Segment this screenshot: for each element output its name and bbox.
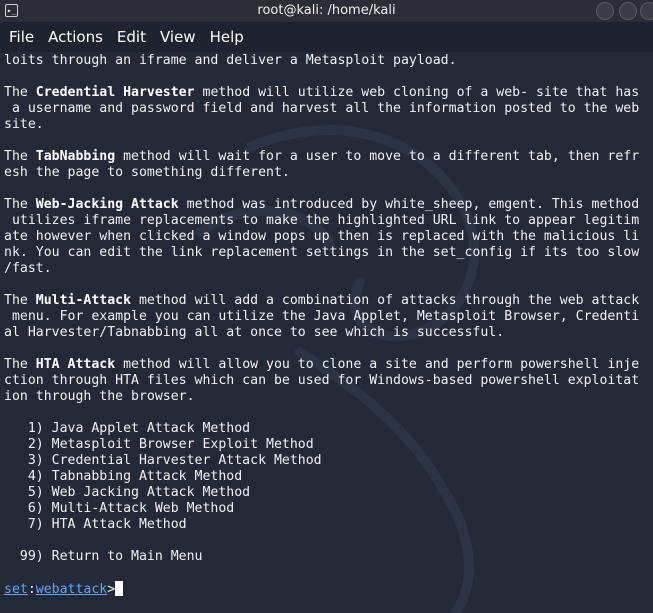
terminal-line: loits through an iframe and deliver a Me… <box>4 53 650 69</box>
terminal-line: ion through the browser. <box>4 389 650 405</box>
prompt-separator: : <box>27 582 36 597</box>
terminal-text: The <box>4 357 36 372</box>
method-name: Web-Jacking Attack <box>35 197 179 212</box>
prompt-suffix: > <box>107 582 116 597</box>
menu-bar: File Actions Edit View Help <box>0 22 653 52</box>
terminal-line: utilizes iframe replacements to make the… <box>4 213 650 229</box>
terminal-text: menu. For example you can utilize the Ja… <box>4 309 640 324</box>
terminal-text: /fast. <box>4 261 52 276</box>
menu-option: 7) HTA Attack Method <box>4 517 650 533</box>
method-name: Multi-Attack <box>35 293 132 308</box>
title-bar: ▸_ root@kali: /home/kali <box>0 0 653 22</box>
return-option: 99) Return to Main Menu <box>4 549 650 565</box>
menu-option-text: 2) Metasploit Browser Exploit Method <box>4 437 314 452</box>
menu-option: 3) Credential Harvester Attack Method <box>4 453 650 469</box>
terminal-line: a username and password field and harves… <box>4 101 650 117</box>
menu-option: 5) Web Jacking Attack Method <box>4 485 650 501</box>
method-name: HTA Attack <box>35 357 116 372</box>
terminal-line: nk. You can edit the link replacement se… <box>4 245 650 261</box>
menu-option-text: 4) Tabnabbing Attack Method <box>4 469 243 484</box>
terminal-text: a username and password field and harves… <box>4 101 640 116</box>
terminal-text: method will wait for a user to move to a… <box>115 149 640 164</box>
terminal-text: ate however when clicked a window pops u… <box>4 229 640 244</box>
terminal-text: The <box>4 293 36 308</box>
terminal-line: site. <box>4 117 650 133</box>
menu-option-text: 1) Java Applet Attack Method <box>4 421 251 436</box>
terminal-output: loits through an iframe and deliver a Me… <box>4 53 650 597</box>
terminal-line: The Web-Jacking Attack method was introd… <box>4 197 650 213</box>
prompt-prefix: set <box>4 582 28 597</box>
terminal-text: method will utilize web cloning of a web… <box>194 85 640 100</box>
menu-option: 1) Java Applet Attack Method <box>4 421 650 437</box>
terminal-text: ction through HTA files which can be use… <box>4 373 640 388</box>
menu-option: 6) Multi-Attack Web Method <box>4 501 650 517</box>
terminal-text: The <box>4 85 36 100</box>
terminal-text: method was introduced by white_sheep, em… <box>178 197 640 212</box>
menu-option: 2) Metasploit Browser Exploit Method <box>4 437 650 453</box>
command-prompt: set:webattack> <box>4 581 650 597</box>
menu-file[interactable]: File <box>2 22 41 52</box>
menu-option: 4) Tabnabbing Attack Method <box>4 469 650 485</box>
minimize-button[interactable] <box>596 2 614 20</box>
terminal-text: nk. You can edit the link replacement se… <box>4 245 640 260</box>
menu-option-text: 7) HTA Attack Method <box>4 517 187 532</box>
terminal-line: al Harvester/Tabnabbing all at once to s… <box>4 325 650 341</box>
terminal-line: esh the page to something different. <box>4 165 650 181</box>
terminal-line: ction through HTA files which can be use… <box>4 373 650 389</box>
terminal-text: ion through the browser. <box>4 389 195 404</box>
menu-help[interactable]: Help <box>203 22 251 52</box>
text-cursor[interactable] <box>115 581 124 596</box>
menu-option-text: 6) Multi-Attack Web Method <box>4 501 235 516</box>
terminal-line: The Credential Harvester method will uti… <box>4 85 650 101</box>
terminal-line: menu. For example you can utilize the Ja… <box>4 309 650 325</box>
terminal-text: esh the page to something different. <box>4 165 290 180</box>
prompt-module: webattack <box>35 582 108 597</box>
terminal-text: The <box>4 197 36 212</box>
terminal-text: method will add a combination of attacks… <box>131 293 640 308</box>
return-option-text: 99) Return to Main Menu <box>4 549 203 564</box>
method-name: TabNabbing <box>35 149 116 164</box>
method-name: Credential Harvester <box>35 85 195 100</box>
terminal-text: The <box>4 149 36 164</box>
terminal-text: utilizes iframe replacements to make the… <box>4 213 640 228</box>
terminal-text: al Harvester/Tabnabbing all at once to s… <box>4 325 505 340</box>
window-title: root@kali: /home/kali <box>257 3 396 18</box>
terminal-line: /fast. <box>4 261 650 277</box>
terminal-line: The HTA Attack method will allow you to … <box>4 357 650 373</box>
terminal-text: loits through an iframe and deliver a Me… <box>4 53 457 68</box>
menu-edit[interactable]: Edit <box>110 22 153 52</box>
terminal-line: ate however when clicked a window pops u… <box>4 229 650 245</box>
menu-view[interactable]: View <box>153 22 203 52</box>
terminal-area[interactable]: loits through an iframe and deliver a Me… <box>0 52 653 613</box>
terminal-line: The TabNabbing method will wait for a us… <box>4 149 650 165</box>
menu-option-text: 5) Web Jacking Attack Method <box>4 485 251 500</box>
menu-actions[interactable]: Actions <box>41 22 110 52</box>
terminal-text: method will allow you to clone a site an… <box>115 357 640 372</box>
menu-option-text: 3) Credential Harvester Attack Method <box>4 453 322 468</box>
maximize-button[interactable] <box>619 2 637 20</box>
terminal-text: site. <box>4 117 44 132</box>
terminal-line: The Multi-Attack method will add a combi… <box>4 293 650 309</box>
close-button[interactable] <box>640 2 653 20</box>
